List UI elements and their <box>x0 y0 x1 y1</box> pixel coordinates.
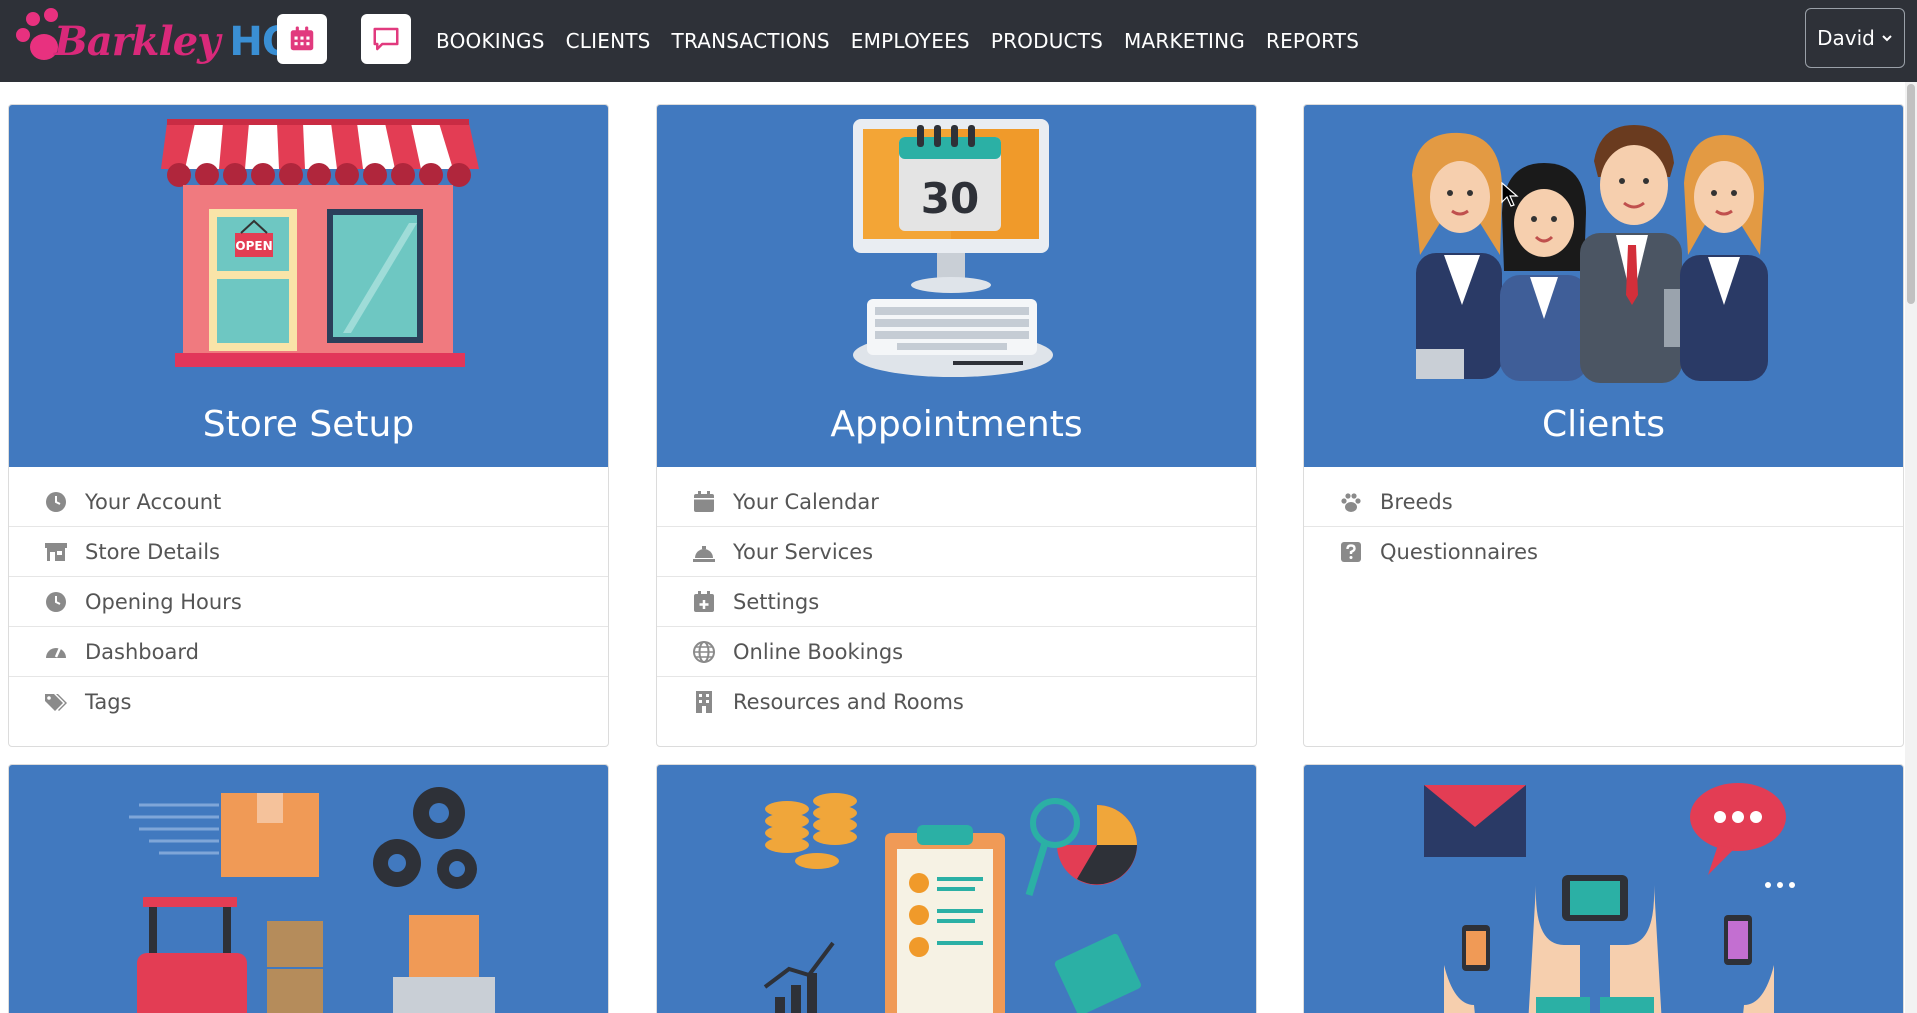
nav-clients[interactable]: CLIENTS <box>566 29 651 53</box>
transactions-card <box>656 764 1257 1013</box>
menu-item-label: Your Account <box>85 489 222 514</box>
building-icon <box>696 691 712 713</box>
menu-item-label: Questionnaires <box>1380 540 1538 564</box>
nav-bookings[interactable]: BOOKINGS <box>436 29 545 53</box>
menu-item-label: Your Calendar <box>733 489 879 514</box>
menu-item-opening-hours[interactable]: Opening Hours <box>9 577 608 627</box>
products-card <box>8 764 609 1013</box>
menu-item-your-account[interactable]: Your Account <box>9 477 608 527</box>
tags-icon <box>45 694 67 711</box>
service-bell-icon <box>693 545 715 562</box>
nav-employees[interactable]: EMPLOYEES <box>851 29 970 53</box>
calendar-plus-icon <box>694 590 714 612</box>
clients-menu: Breeds Questionnaires <box>1304 467 1903 577</box>
open-sign: OPEN <box>235 239 272 253</box>
nav-transactions[interactable]: TRANSACTIONS <box>672 29 830 53</box>
menu-item-label: Breeds <box>1380 489 1453 514</box>
clock-icon <box>46 491 66 512</box>
scrollbar-thumb[interactable] <box>1907 84 1915 304</box>
mouse-cursor-icon <box>1501 182 1519 207</box>
logo-text: Barkley HQ <box>54 18 296 65</box>
globe-icon <box>693 640 715 663</box>
menu-item-dashboard[interactable]: Dashboard <box>9 627 608 677</box>
gauge-icon <box>46 646 66 658</box>
clock-icon <box>46 591 66 612</box>
appointments-card: 30 Appointments Your Calendar Your Servi… <box>656 104 1257 747</box>
appointments-menu: Your Calendar Your Services Settings Onl… <box>657 467 1256 727</box>
menu-item-label: Settings <box>733 589 820 614</box>
store-setup-card: OPEN Store Setup Your Account Store Deta… <box>8 104 609 747</box>
menu-item-settings[interactable]: Settings <box>657 577 1256 627</box>
menu-item-questionnaires[interactable]: Questionnaires <box>1304 527 1903 577</box>
menu-item-label: Tags <box>85 690 132 714</box>
transactions-hero[interactable] <box>657 765 1256 1013</box>
clients-title: Clients <box>1542 404 1665 445</box>
calendar-day-number: 30 <box>921 174 979 223</box>
marketing-communication-illustration <box>1424 783 1795 1013</box>
barkley-hq-logo[interactable]: Barkley HQ <box>10 4 296 78</box>
appointments-hero[interactable]: 30 Appointments <box>657 105 1256 467</box>
nav-products[interactable]: PRODUCTS <box>991 29 1103 53</box>
nav-marketing[interactable]: MARKETING <box>1124 29 1245 53</box>
products-hero[interactable] <box>9 765 608 1013</box>
menu-item-breeds[interactable]: Breeds <box>1304 477 1903 527</box>
store-setup-hero[interactable]: OPEN Store Setup <box>9 105 608 467</box>
paw-icon <box>1341 492 1361 512</box>
menu-item-label: Store Details <box>85 539 220 564</box>
appointments-title: Appointments <box>830 404 1083 445</box>
warehouse-illustration <box>129 787 495 1013</box>
menu-item-label: Opening Hours <box>85 589 242 614</box>
top-navigation-bar: Barkley HQ BOOKINGS CLIENTS TRANSACTIONS … <box>0 0 1917 82</box>
menu-item-tags[interactable]: Tags <box>9 677 608 727</box>
menu-item-label: Your Services <box>733 539 874 564</box>
question-square-icon <box>1341 542 1361 562</box>
menu-item-your-services[interactable]: Your Services <box>657 527 1256 577</box>
store-setup-menu: Your Account Store Details Opening Hours… <box>9 467 608 727</box>
menu-item-label: Dashboard <box>85 639 199 664</box>
logo-paw-dot <box>26 12 40 26</box>
menu-item-label: Resources and Rooms <box>733 690 964 714</box>
calendar-icon <box>694 490 714 512</box>
logo-brand: Barkley <box>54 18 220 65</box>
calendar-icon <box>290 26 314 51</box>
menu-item-your-calendar[interactable]: Your Calendar <box>657 477 1256 527</box>
menu-item-label: Online Bookings <box>733 639 904 664</box>
main-nav: BOOKINGS CLIENTS TRANSACTIONS EMPLOYEES … <box>436 0 1359 82</box>
store-setup-title: Store Setup <box>202 404 415 445</box>
finance-report-illustration <box>763 793 1141 1013</box>
chevron-down-icon <box>1882 35 1892 42</box>
menu-item-resources-and-rooms[interactable]: Resources and Rooms <box>657 677 1256 727</box>
clients-card: Clients Breeds Questionnaires <box>1303 104 1904 747</box>
calendar-button[interactable] <box>277 14 327 64</box>
nav-reports[interactable]: REPORTS <box>1266 29 1359 53</box>
menu-item-online-bookings[interactable]: Online Bookings <box>657 627 1256 677</box>
menu-item-store-details[interactable]: Store Details <box>9 527 608 577</box>
marketing-hero[interactable] <box>1304 765 1903 1013</box>
marketing-card <box>1303 764 1904 1013</box>
chat-button[interactable] <box>361 14 411 64</box>
logo-paw-dot <box>16 28 30 42</box>
user-name: David <box>1817 26 1875 50</box>
clients-hero[interactable]: Clients <box>1304 105 1903 467</box>
user-menu-button[interactable]: David <box>1805 8 1905 68</box>
store-icon <box>45 542 67 561</box>
chat-icon <box>373 27 399 51</box>
